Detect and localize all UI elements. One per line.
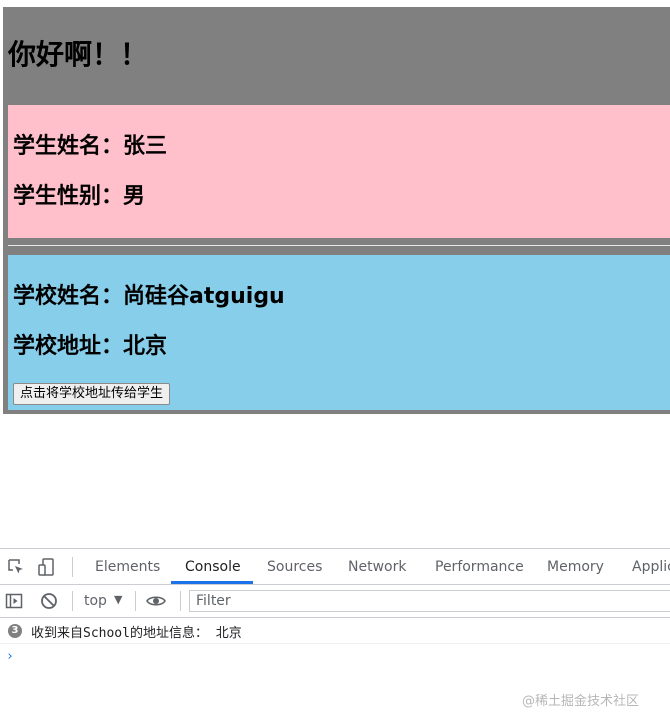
chevron-down-icon[interactable]: ▼ — [114, 593, 122, 606]
school-name: 学校姓名：尚硅谷atguigu — [13, 284, 285, 309]
divider-line — [8, 245, 670, 246]
console-message: 收到来自School的地址信息： 北京 — [31, 626, 242, 641]
school-address: 学校地址：北京 — [13, 334, 168, 359]
tab-performance[interactable]: Performance — [435, 549, 524, 584]
console-log-row: 3 收到来自School的地址信息： 北京 — [0, 619, 670, 644]
toolbar-separator — [180, 591, 181, 611]
repeat-count-badge: 3 — [8, 624, 22, 638]
context-selector[interactable]: top — [84, 592, 107, 610]
active-tab-indicator — [171, 581, 253, 584]
toolbar-separator — [135, 591, 136, 611]
sidebar-toggle-icon[interactable] — [4, 591, 24, 611]
clear-console-icon[interactable] — [39, 591, 59, 611]
send-address-button[interactable]: 点击将学校地址传给学生 — [13, 383, 171, 405]
device-toolbar-icon[interactable] — [37, 557, 57, 577]
watermark: @稀土掘金技术社区 — [522, 694, 640, 709]
eye-icon[interactable] — [146, 591, 166, 611]
console-prompt-icon[interactable]: › — [6, 649, 14, 664]
student-name: 学生姓名：张三 — [13, 134, 168, 159]
filter-input[interactable] — [189, 590, 670, 612]
tab-elements[interactable]: Elements — [95, 549, 160, 584]
toolbar-separator — [72, 591, 73, 611]
inspect-element-icon[interactable] — [6, 557, 26, 577]
tab-application[interactable]: Applic — [632, 549, 670, 584]
student-panel: 学生姓名：张三 学生性别：男 — [8, 105, 670, 238]
app-root: 你好啊！！ 学生姓名：张三 学生性别：男 学校姓名：尚硅谷atguigu 学校地… — [3, 7, 670, 414]
devtools-tab-bar: Elements Console Sources Network Perform… — [0, 549, 670, 585]
student-gender: 学生性别：男 — [13, 184, 146, 209]
school-panel: 学校姓名：尚硅谷atguigu 学校地址：北京 点击将学校地址传给学生 — [8, 255, 670, 410]
app-title: 你好啊！！ — [8, 38, 149, 71]
tab-console[interactable]: Console — [185, 549, 241, 584]
toolbar-separator — [72, 557, 73, 577]
tab-sources[interactable]: Sources — [267, 549, 322, 584]
tab-memory[interactable]: Memory — [547, 549, 604, 584]
console-toolbar: top ▼ — [0, 585, 670, 618]
tab-network[interactable]: Network — [348, 549, 406, 584]
